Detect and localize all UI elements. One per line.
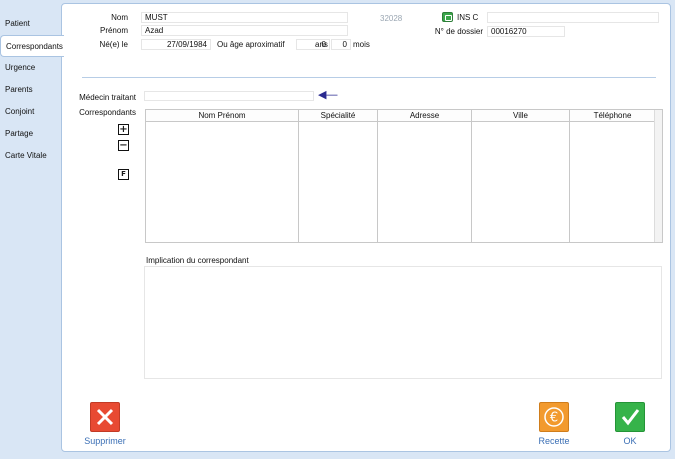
table-header: Nom Prénom Spécialité Adresse Ville Télé… bbox=[146, 110, 662, 122]
header-separator bbox=[82, 77, 656, 78]
euro-icon: € bbox=[544, 407, 564, 427]
side-tabs: Patient Correspondants Urgence Parents C… bbox=[0, 0, 64, 459]
f-button[interactable]: F bbox=[118, 169, 129, 180]
medecin-traitant-label: Médecin traitant bbox=[79, 93, 136, 102]
column-divider bbox=[569, 122, 570, 242]
delete-label[interactable]: Supprimer bbox=[80, 436, 130, 446]
remove-correspondant-button[interactable]: − bbox=[118, 140, 129, 151]
prenom-field[interactable]: Azad bbox=[141, 25, 348, 36]
table-scrollbar[interactable] bbox=[654, 110, 662, 242]
naissance-field[interactable]: 27/09/1984 bbox=[141, 39, 211, 50]
mois-label: mois bbox=[353, 40, 370, 49]
prenom-label: Prénom bbox=[99, 26, 128, 35]
arrow-left-icon[interactable]: ◀— bbox=[318, 90, 337, 101]
checkmark-icon bbox=[621, 409, 640, 426]
tab-parents[interactable]: Parents bbox=[0, 79, 62, 101]
nom-label: Nom bbox=[111, 13, 128, 22]
close-x-icon bbox=[96, 408, 114, 426]
medecin-traitant-field[interactable] bbox=[144, 91, 314, 101]
ans-label: ans bbox=[315, 40, 328, 49]
naissance-label: Né(e) le bbox=[99, 40, 128, 49]
age-label: Ou âge aproximatif bbox=[217, 40, 285, 49]
tab-partage[interactable]: Partage bbox=[0, 123, 62, 145]
tab-correspondants[interactable]: Correspondants bbox=[0, 35, 64, 57]
ins-label: INS C bbox=[457, 13, 479, 22]
delete-button[interactable] bbox=[90, 402, 120, 432]
age-mois-field[interactable]: 0 bbox=[331, 39, 351, 50]
tab-conjoint[interactable]: Conjoint bbox=[0, 101, 62, 123]
recette-label[interactable]: Recette bbox=[531, 436, 577, 446]
implication-label: Implication du correspondant bbox=[146, 256, 249, 265]
column-divider bbox=[298, 122, 299, 242]
column-header-telephone[interactable]: Téléphone bbox=[570, 110, 655, 122]
card-icon bbox=[442, 12, 453, 22]
implication-textarea[interactable] bbox=[144, 266, 662, 379]
column-header-adresse[interactable]: Adresse bbox=[378, 110, 472, 122]
column-divider bbox=[377, 122, 378, 242]
dossier-field[interactable]: 00016270 bbox=[487, 26, 565, 37]
tab-urgence[interactable]: Urgence bbox=[0, 57, 62, 79]
column-divider bbox=[471, 122, 472, 242]
ok-label[interactable]: OK bbox=[615, 436, 645, 446]
correspondants-label: Correspondants bbox=[79, 108, 136, 117]
dossier-label: N° de dossier bbox=[434, 27, 483, 36]
add-correspondant-button[interactable]: + bbox=[118, 124, 129, 135]
tab-patient[interactable]: Patient bbox=[0, 13, 62, 35]
column-header-ville[interactable]: Ville bbox=[472, 110, 570, 122]
recette-button[interactable]: € bbox=[539, 402, 569, 432]
correspondants-panel: Nom MUST Prénom Azad Né(e) le 27/09/1984… bbox=[61, 3, 671, 452]
ok-button[interactable] bbox=[615, 402, 645, 432]
column-header-specialite[interactable]: Spécialité bbox=[299, 110, 378, 122]
nom-field[interactable]: MUST bbox=[141, 12, 348, 23]
patient-id-number: 32028 bbox=[380, 14, 403, 23]
column-header-nom-prenom[interactable]: Nom Prénom bbox=[146, 110, 299, 122]
svg-text:€: € bbox=[550, 411, 558, 426]
ins-field[interactable] bbox=[487, 12, 659, 23]
correspondants-table[interactable]: Nom Prénom Spécialité Adresse Ville Télé… bbox=[145, 109, 663, 243]
tab-carte-vitale[interactable]: Carte Vitale bbox=[0, 145, 62, 167]
